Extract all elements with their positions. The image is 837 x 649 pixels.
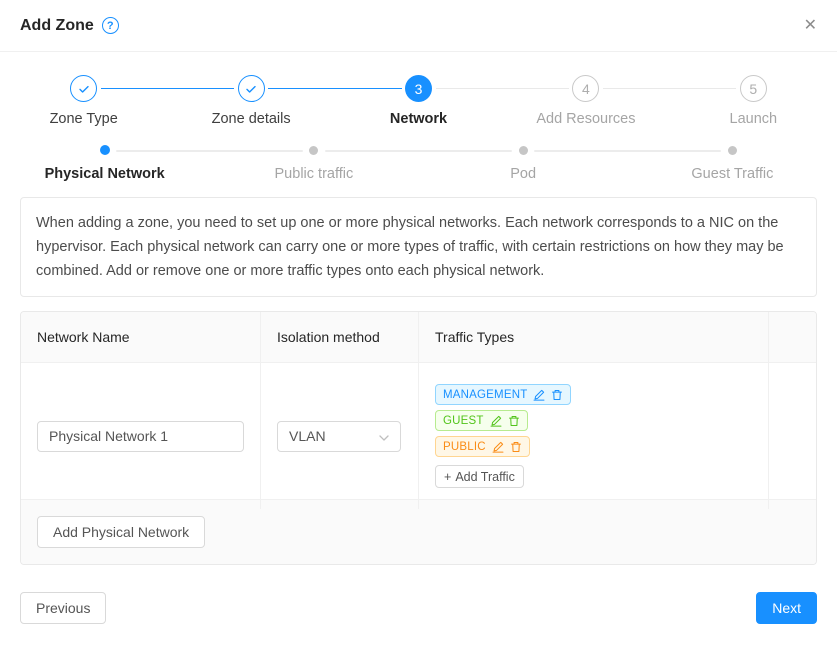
edit-traffic-icon[interactable] bbox=[490, 415, 502, 427]
cell-network-name bbox=[21, 363, 261, 509]
substep-label: Physical Network bbox=[0, 166, 209, 182]
step-number-badge: 3 bbox=[405, 75, 432, 102]
cell-isolation-method: VLAN bbox=[261, 363, 419, 509]
dialog-header: Add Zone ? ✕ bbox=[0, 0, 837, 52]
close-icon[interactable]: ✕ bbox=[804, 18, 817, 34]
traffic-tag-label: MANAGEMENT bbox=[443, 389, 527, 401]
network-name-input[interactable] bbox=[37, 421, 244, 452]
substep-public-traffic: Public traffic bbox=[209, 146, 418, 182]
substep-label: Pod bbox=[419, 166, 628, 182]
cell-actions bbox=[769, 363, 816, 509]
step-dot-icon bbox=[519, 146, 528, 155]
substep-label: Guest Traffic bbox=[628, 166, 837, 182]
previous-button[interactable]: Previous bbox=[20, 592, 106, 624]
plus-icon: + bbox=[444, 470, 451, 484]
isolation-method-select[interactable]: VLAN bbox=[277, 421, 401, 452]
step-label: Zone details bbox=[167, 111, 334, 127]
help-icon[interactable]: ? bbox=[102, 17, 119, 34]
info-text: When adding a zone, you need to set up o… bbox=[36, 215, 784, 279]
delete-traffic-icon[interactable] bbox=[510, 441, 522, 453]
column-header-network-name: Network Name bbox=[21, 312, 261, 362]
info-box: When adding a zone, you need to set up o… bbox=[20, 197, 817, 297]
add-physical-network-button[interactable]: Add Physical Network bbox=[37, 516, 205, 548]
step-dot-icon bbox=[100, 145, 110, 155]
substep-pod: Pod bbox=[419, 146, 628, 182]
step-number: 4 bbox=[582, 81, 590, 97]
step-number: 3 bbox=[415, 81, 423, 97]
network-substeps: Physical Network Public traffic Pod Gues… bbox=[0, 146, 837, 182]
traffic-tag-guest: GUEST bbox=[435, 410, 528, 431]
traffic-tag-label: PUBLIC bbox=[443, 441, 486, 453]
wizard-steps: Zone Type Zone details 3 Network 4 Add R… bbox=[0, 52, 837, 127]
column-header-actions bbox=[769, 312, 816, 362]
table-footer: Add Physical Network bbox=[21, 500, 816, 564]
add-traffic-label: Add Traffic bbox=[455, 470, 515, 484]
column-header-isolation-method: Isolation method bbox=[261, 312, 419, 362]
table-header-row: Network Name Isolation method Traffic Ty… bbox=[21, 312, 816, 363]
step-label: Network bbox=[335, 111, 502, 127]
next-button[interactable]: Next bbox=[756, 592, 817, 624]
isolation-method-value: VLAN bbox=[289, 428, 326, 444]
step-launch: 5 Launch bbox=[670, 75, 837, 127]
step-zone-details: Zone details bbox=[167, 75, 334, 127]
substep-label: Public traffic bbox=[209, 166, 418, 182]
step-number-badge: 4 bbox=[572, 75, 599, 102]
table-row: VLAN MANAGEMENT GUEST P bbox=[21, 363, 816, 500]
edit-traffic-icon[interactable] bbox=[492, 441, 504, 453]
traffic-tag-label: GUEST bbox=[443, 415, 484, 427]
substep-guest-traffic: Guest Traffic bbox=[628, 146, 837, 182]
substep-physical-network: Physical Network bbox=[0, 146, 209, 182]
delete-traffic-icon[interactable] bbox=[551, 389, 563, 401]
check-icon bbox=[70, 75, 97, 102]
step-add-resources: 4 Add Resources bbox=[502, 75, 669, 127]
step-label: Zone Type bbox=[0, 111, 167, 127]
cell-traffic-types: MANAGEMENT GUEST PUBLIC + Add Traffic bbox=[419, 363, 769, 509]
traffic-tag-public: PUBLIC bbox=[435, 436, 530, 457]
traffic-tag-management: MANAGEMENT bbox=[435, 384, 571, 405]
column-header-traffic-types: Traffic Types bbox=[419, 312, 769, 362]
dialog-title: Add Zone bbox=[20, 17, 94, 35]
chevron-down-icon bbox=[379, 428, 389, 444]
physical-network-table: Network Name Isolation method Traffic Ty… bbox=[20, 311, 817, 565]
step-network: 3 Network bbox=[335, 75, 502, 127]
step-dot-icon bbox=[309, 146, 318, 155]
step-number: 5 bbox=[749, 81, 757, 97]
dialog-footer: Previous Next bbox=[20, 592, 817, 624]
delete-traffic-icon[interactable] bbox=[508, 415, 520, 427]
add-zone-dialog: Add Zone ? ✕ Zone Type Zone details 3 Ne… bbox=[0, 0, 837, 649]
edit-traffic-icon[interactable] bbox=[533, 389, 545, 401]
step-label: Add Resources bbox=[502, 111, 669, 127]
add-traffic-button[interactable]: + Add Traffic bbox=[435, 465, 524, 488]
step-label: Launch bbox=[670, 111, 837, 127]
step-zone-type: Zone Type bbox=[0, 75, 167, 127]
step-dot-icon bbox=[728, 146, 737, 155]
check-icon bbox=[238, 75, 265, 102]
step-number-badge: 5 bbox=[740, 75, 767, 102]
